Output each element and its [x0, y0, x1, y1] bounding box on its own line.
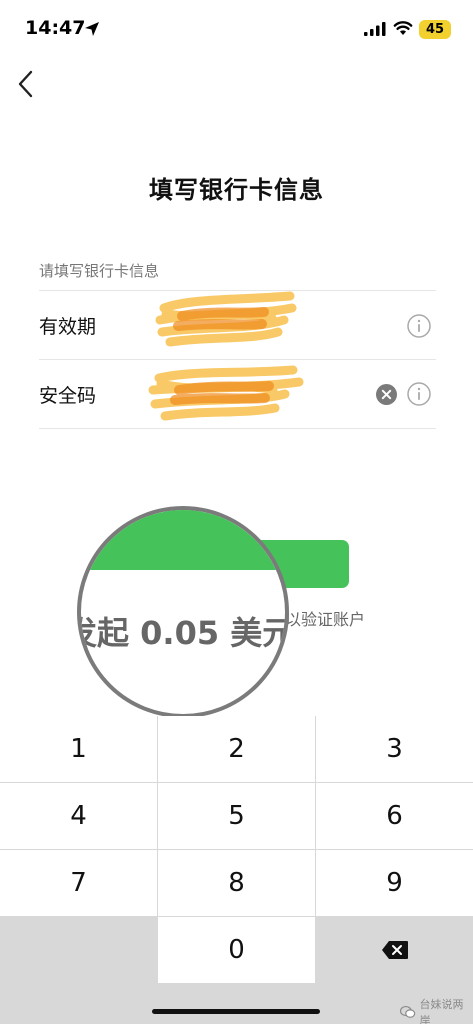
magnifier-overlay: 发起 0.05 美元 [77, 506, 289, 718]
cellular-signal-icon [364, 22, 386, 36]
status-time: 14:47 [25, 17, 86, 39]
divider [39, 428, 436, 429]
key-0[interactable]: 0 [158, 917, 315, 983]
key-7[interactable]: 7 [0, 850, 157, 916]
page-title: 填写银行卡信息 [149, 176, 324, 204]
expiry-label: 有效期 [39, 316, 97, 338]
back-arrow-icon[interactable] [14, 66, 40, 102]
status-bar: 14:47 45 [0, 0, 473, 60]
wechat-icon [400, 1005, 416, 1018]
key-8[interactable]: 8 [158, 850, 315, 916]
redaction-scribble [155, 291, 297, 347]
magnified-caption: 发起 0.05 美元 [77, 614, 289, 652]
key-5[interactable]: 5 [158, 783, 315, 849]
key-6[interactable]: 6 [316, 783, 473, 849]
info-icon[interactable] [407, 382, 431, 406]
section-label: 请填写银行卡信息 [39, 262, 160, 280]
key-1[interactable]: 1 [0, 716, 157, 782]
watermark-text: 台妹说两岸 [419, 998, 464, 1024]
screen: 14:47 45 填写银行卡信息 请填写银行卡信息 有效期 安全码 以验证账户 … [0, 0, 473, 1024]
key-2[interactable]: 2 [158, 716, 315, 782]
numeric-keypad: 1 2 3 4 5 6 7 8 9 0 [0, 716, 473, 1024]
backspace-icon [381, 941, 408, 959]
clear-input-icon[interactable] [376, 384, 397, 405]
info-icon[interactable] [407, 314, 431, 338]
battery-indicator: 45 [419, 20, 451, 39]
key-9[interactable]: 9 [316, 850, 473, 916]
key-3[interactable]: 3 [316, 716, 473, 782]
magnified-button [81, 510, 285, 570]
wifi-icon [393, 21, 413, 35]
verification-caption: 以验证账户 [285, 610, 366, 629]
home-indicator [152, 1009, 320, 1014]
redaction-scribble [148, 365, 304, 421]
security-code-label: 安全码 [39, 385, 97, 407]
key-blank [0, 917, 157, 983]
watermark: 台妹说两岸 [400, 996, 473, 1024]
location-arrow-icon [85, 22, 99, 36]
key-4[interactable]: 4 [0, 783, 157, 849]
key-delete[interactable] [316, 917, 473, 983]
